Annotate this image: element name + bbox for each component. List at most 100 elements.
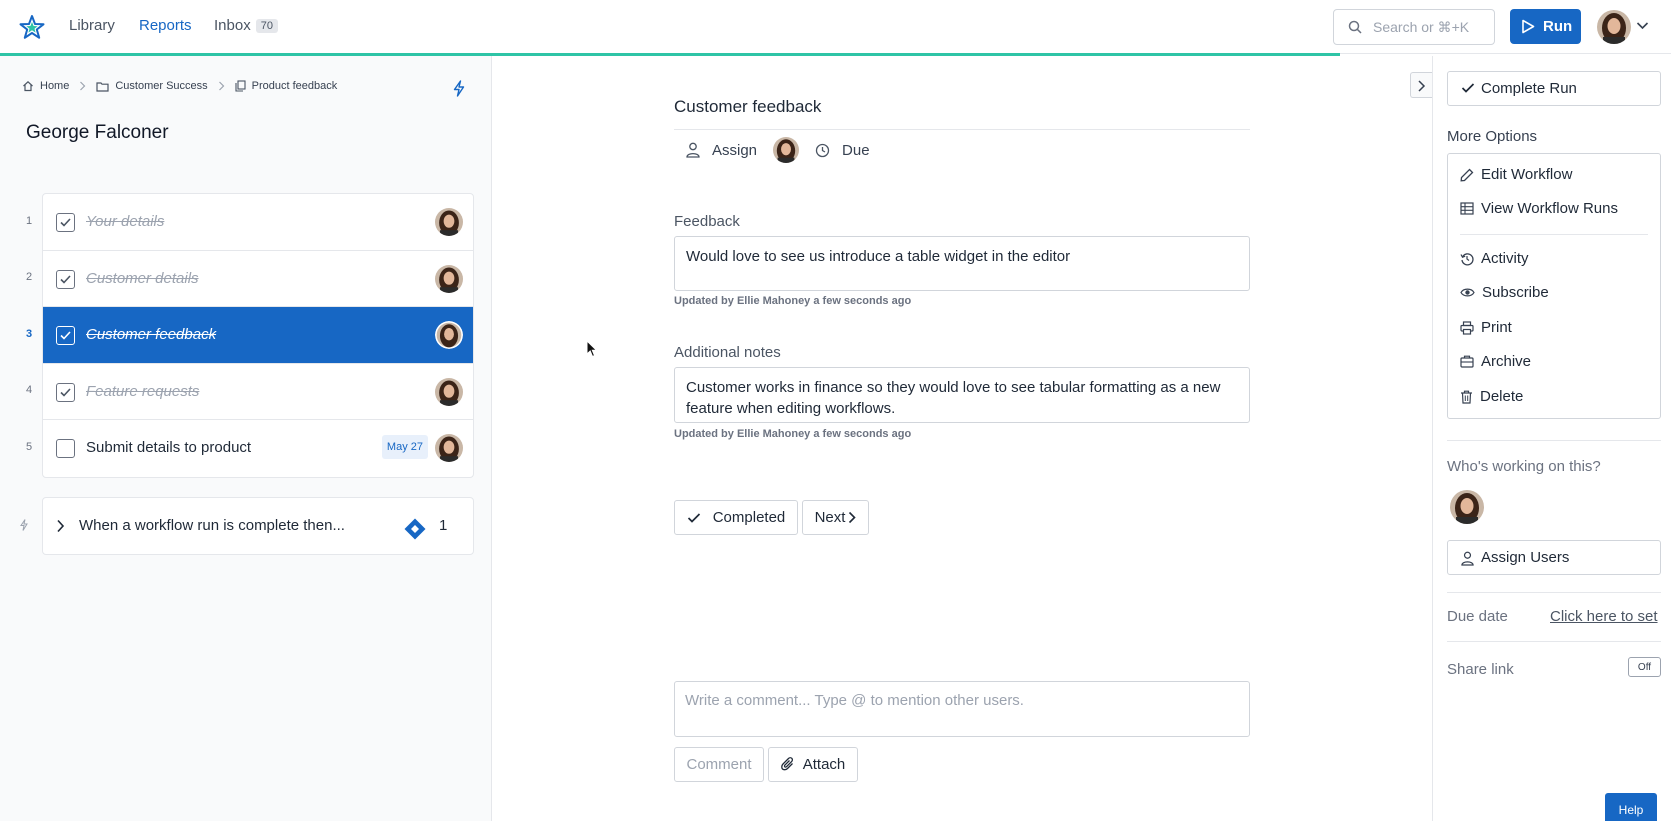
comment-button[interactable]: Comment	[674, 747, 764, 782]
option-label: Print	[1481, 319, 1512, 336]
task-checkbox[interactable]	[56, 439, 75, 459]
lightning-bolt-icon[interactable]	[453, 80, 465, 97]
help-button[interactable]: Help	[1605, 793, 1657, 821]
complete-run-button[interactable]: Complete Run	[1447, 71, 1661, 106]
assignee-avatar	[435, 377, 463, 406]
search-input[interactable]: Search or ⌘+K	[1333, 9, 1495, 45]
breadcrumb-workflow-label: Product feedback	[251, 80, 338, 92]
nav-inbox-link[interactable]: Inbox 70	[214, 17, 278, 34]
option-label: Subscribe	[1482, 284, 1549, 301]
due-button[interactable]: Due	[815, 142, 870, 159]
task-list: Your details Customer details Customer f…	[42, 193, 474, 478]
table-icon	[1460, 202, 1474, 215]
copy-icon	[235, 80, 246, 92]
task-row-selected[interactable]: Customer feedback	[43, 307, 473, 364]
archive-option[interactable]: Archive	[1460, 353, 1531, 370]
attach-button[interactable]: Attach	[768, 747, 858, 782]
task-row[interactable]: Submit details to product May 27	[43, 420, 473, 477]
play-icon	[1522, 19, 1535, 34]
breadcrumb-folder[interactable]: Customer Success	[96, 80, 208, 92]
check-icon	[687, 512, 700, 523]
user-avatar[interactable]	[1597, 10, 1631, 44]
subscribe-option[interactable]: Subscribe	[1460, 284, 1549, 301]
history-icon	[1460, 252, 1474, 265]
completed-button[interactable]: Completed	[674, 500, 798, 535]
nav-reports-link[interactable]: Reports	[139, 17, 192, 34]
nav-library-link[interactable]: Library	[69, 17, 115, 34]
assign-users-button[interactable]: Assign Users	[1447, 540, 1661, 575]
chevron-right-icon	[849, 511, 857, 524]
home-icon	[23, 80, 33, 92]
edit-workflow-option[interactable]: Edit Workflow	[1460, 166, 1572, 183]
more-options-heading: More Options	[1447, 128, 1538, 145]
divider	[1447, 440, 1661, 441]
check-icon	[60, 331, 71, 340]
task-number: 1	[26, 215, 33, 227]
option-label: Edit Workflow	[1481, 166, 1573, 183]
divider	[1447, 641, 1661, 642]
task-row[interactable]: Feature requests	[43, 364, 473, 421]
printer-icon	[1460, 320, 1474, 335]
chevron-right-icon	[218, 81, 225, 91]
breadcrumb-workflow[interactable]: Product feedback	[235, 80, 338, 92]
automation-count: 1	[439, 517, 448, 534]
breadcrumb: Home Customer Success Product feedback	[22, 80, 337, 92]
run-button[interactable]: Run	[1510, 9, 1581, 44]
view-workflow-runs-option[interactable]: View Workflow Runs	[1460, 200, 1618, 217]
chevron-right-icon	[57, 519, 65, 533]
notes-field-label: Additional notes	[674, 344, 781, 361]
share-link-label: Share link	[1447, 661, 1514, 678]
print-option[interactable]: Print	[1460, 319, 1512, 336]
more-options-menu: Edit Workflow View Workflow Runs Activit…	[1447, 153, 1661, 419]
task-checkbox[interactable]	[56, 213, 75, 232]
task-checkbox[interactable]	[56, 382, 75, 402]
assignee-avatar[interactable]	[773, 137, 800, 163]
check-icon	[60, 388, 71, 397]
divider	[1460, 234, 1648, 235]
delete-option[interactable]: Delete	[1460, 388, 1523, 405]
assign-button[interactable]: Assign	[686, 142, 757, 159]
task-number: 4	[26, 384, 33, 396]
task-checkbox[interactable]	[56, 269, 75, 289]
notes-updated-meta: Updated by Ellie Mahoney a few seconds a…	[674, 428, 912, 440]
logo-star-icon[interactable]	[19, 14, 45, 40]
option-label: View Workflow Runs	[1481, 200, 1618, 217]
next-button[interactable]: Next	[802, 500, 869, 535]
task-title: Customer feedback	[674, 97, 822, 116]
notes-input[interactable]: Customer works in finance so they would …	[674, 367, 1250, 423]
comment-input[interactable]: Write a comment... Type @ to mention oth…	[674, 681, 1250, 737]
task-label: Customer feedback	[86, 326, 217, 344]
nav-inbox-label: Inbox	[214, 17, 251, 34]
task-label: Submit details to product	[86, 439, 252, 457]
folder-icon	[96, 81, 109, 92]
assignee-avatar	[435, 434, 463, 463]
assignee-avatar[interactable]	[1450, 490, 1484, 524]
share-link-toggle[interactable]: Off	[1628, 657, 1661, 677]
set-due-date-link[interactable]: Click here to set	[1550, 608, 1658, 625]
run-assignee-title: George Falconer	[26, 122, 169, 143]
due-label: Due	[842, 141, 870, 159]
assign-label: Assign	[712, 141, 758, 159]
feedback-input[interactable]: Would love to see us introduce a table w…	[674, 236, 1250, 291]
option-label: Archive	[1481, 353, 1532, 370]
integration-diamond-icon	[404, 518, 426, 540]
task-label: Customer details	[86, 269, 199, 287]
task-row[interactable]: Customer details	[43, 251, 473, 308]
checklist-panel: Home Customer Success Product feedback G…	[0, 56, 492, 821]
clock-icon	[815, 143, 830, 157]
working-on-this-heading: Who's working on this?	[1447, 458, 1601, 475]
task-number: 3	[26, 328, 33, 340]
next-label: Next	[814, 509, 846, 526]
task-checkbox[interactable]	[56, 326, 75, 346]
automation-row[interactable]: When a workflow run is complete then... …	[42, 497, 474, 555]
collapse-sidebar-button[interactable]	[1410, 72, 1434, 98]
breadcrumb-home[interactable]: Home	[22, 80, 69, 92]
user-icon	[1461, 551, 1474, 566]
activity-option[interactable]: Activity	[1460, 250, 1529, 267]
top-navbar: Library Reports Inbox 70 Search or ⌘+K Ru…	[0, 0, 1671, 54]
archive-icon	[1460, 355, 1474, 368]
chevron-down-icon[interactable]	[1636, 21, 1649, 30]
task-row[interactable]: Your details	[43, 194, 473, 251]
assignee-avatar	[435, 321, 463, 350]
run-button-label: Run	[1543, 18, 1573, 35]
